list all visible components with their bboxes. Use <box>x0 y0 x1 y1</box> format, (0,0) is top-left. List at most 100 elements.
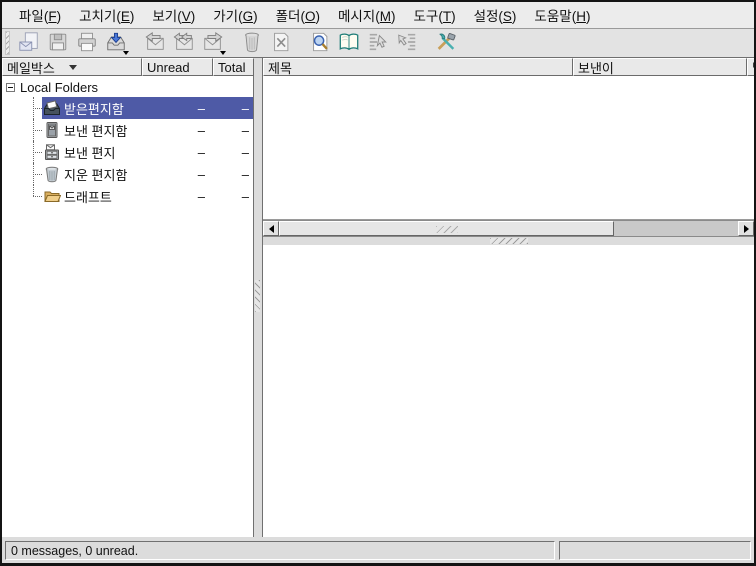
sort-descending-icon <box>69 65 77 70</box>
folder-unread-count: – <box>145 123 212 138</box>
folder-label: 받은편지함 <box>64 99 145 118</box>
folder-row-inbox[interactable]: 받은편지함 – – <box>2 97 253 119</box>
scrollbar-track[interactable] <box>279 221 738 236</box>
menu-tools[interactable]: 도구(T) <box>404 3 464 27</box>
arrow-left-icon <box>269 225 274 233</box>
header-unread[interactable]: Unread <box>142 58 213 76</box>
folder-total-count: – <box>212 189 253 204</box>
header-mailbox[interactable]: 메일박스 <box>2 58 142 76</box>
check-mail-button[interactable] <box>101 30 130 57</box>
tree-connector <box>2 141 42 163</box>
folder-label: 보낸 편지 <box>64 143 145 162</box>
trash-icon <box>241 31 263 56</box>
folder-row-drafts[interactable]: 드래프트 – – <box>2 185 253 207</box>
trash-folder-icon <box>43 165 61 183</box>
menu-message[interactable]: 메시지(M) <box>329 3 405 27</box>
folder-list-header: 메일박스 Unread Total <box>2 58 253 76</box>
folder-total-count: – <box>212 101 253 116</box>
horizontal-scrollbar[interactable] <box>263 220 754 237</box>
save-button[interactable] <box>43 30 72 57</box>
address-book-icon <box>338 31 360 56</box>
find-button[interactable] <box>305 30 334 57</box>
sent-folder-icon <box>43 121 61 139</box>
splitter-grip <box>490 238 528 244</box>
dropdown-caret-icon <box>220 51 226 55</box>
menubar: 파일(F) 고치기(E) 보기(V) 가기(G) 폴더(O) 메시지(M) 도구… <box>2 2 754 29</box>
folder-row-trash[interactable]: 지운 편지함 – – <box>2 163 253 185</box>
forward-button[interactable] <box>198 30 227 57</box>
message-list-header: 제목 보낸이 날 <box>263 58 754 76</box>
status-aux-panel <box>559 541 751 560</box>
folder-unread-count: – <box>145 167 212 182</box>
tools-button[interactable] <box>431 30 460 57</box>
prev-unread-icon <box>367 31 389 56</box>
next-unread-button[interactable] <box>392 30 421 57</box>
address-book-button[interactable] <box>334 30 363 57</box>
folder-label: 지운 편지함 <box>64 165 145 184</box>
menu-edit[interactable]: 고치기(E) <box>70 3 143 27</box>
tree-connector <box>2 185 42 207</box>
folder-unread-count: – <box>145 145 212 160</box>
arrow-right-icon <box>744 225 749 233</box>
drafts-folder-icon <box>43 187 61 205</box>
root-folder-label: Local Folders <box>20 80 98 95</box>
menu-settings[interactable]: 설정(S) <box>465 3 526 27</box>
reply-icon <box>144 31 166 56</box>
toolbar-drag-handle[interactable] <box>5 31 10 55</box>
reply-button[interactable] <box>140 30 169 57</box>
scrollbar-thumb[interactable] <box>279 221 614 236</box>
menu-go[interactable]: 가기(G) <box>204 3 266 27</box>
header-total[interactable]: Total <box>213 58 254 76</box>
folder-pane: 메일박스 Unread Total Local Folders <box>2 58 254 537</box>
menu-file[interactable]: 파일(F) <box>10 3 70 27</box>
cancel-button[interactable] <box>266 30 295 57</box>
splitter-grip <box>255 280 260 312</box>
collapse-expander-icon[interactable] <box>6 83 15 92</box>
header-subject[interactable]: 제목 <box>263 58 573 76</box>
next-unread-icon <box>396 31 418 56</box>
horizontal-splitter[interactable] <box>263 237 754 245</box>
header-sender[interactable]: 보낸이 <box>573 58 747 76</box>
tree-connector <box>2 97 42 119</box>
scroll-left-button[interactable] <box>263 221 279 236</box>
folder-label: 보낸 편지함 <box>64 121 145 140</box>
folder-unread-count: – <box>145 189 212 204</box>
tree-root-local-folders[interactable]: Local Folders <box>2 78 253 97</box>
statusbar: 0 messages, 0 unread. <box>2 537 754 563</box>
tools-icon <box>435 31 457 56</box>
message-list[interactable] <box>263 76 754 220</box>
header-date[interactable]: 날 <box>747 58 756 76</box>
tree-connector <box>2 163 42 185</box>
delete-button[interactable] <box>237 30 266 57</box>
save-icon <box>47 31 69 56</box>
find-icon <box>309 31 331 56</box>
reply-all-button[interactable] <box>169 30 198 57</box>
folder-row-outbox[interactable]: 보낸 편지 – – <box>2 141 253 163</box>
print-icon <box>76 31 98 56</box>
inbox-folder-icon <box>43 99 61 117</box>
folder-total-count: – <box>212 145 253 160</box>
status-message: 0 messages, 0 unread. <box>5 541 555 560</box>
scroll-right-button[interactable] <box>738 221 754 236</box>
outbox-folder-icon <box>43 143 61 161</box>
reply-all-icon <box>173 31 195 56</box>
mail-client-window: 파일(F) 고치기(E) 보기(V) 가기(G) 폴더(O) 메시지(M) 도구… <box>0 0 756 566</box>
print-button[interactable] <box>72 30 101 57</box>
cancel-icon <box>270 31 292 56</box>
dropdown-caret-icon <box>123 51 129 55</box>
menu-folder[interactable]: 폴더(O) <box>267 3 329 27</box>
folder-label: 드래프트 <box>64 187 145 206</box>
vertical-splitter[interactable] <box>254 58 262 537</box>
folder-unread-count: – <box>145 101 212 116</box>
new-message-icon <box>18 31 40 56</box>
new-message-button[interactable] <box>14 30 43 57</box>
prev-unread-button[interactable] <box>363 30 392 57</box>
menu-view[interactable]: 보기(V) <box>143 3 204 27</box>
folder-row-sent-mailbox[interactable]: 보낸 편지함 – – <box>2 119 253 141</box>
message-pane: 제목 보낸이 날 <box>262 58 754 537</box>
menu-help[interactable]: 도움말(H) <box>525 3 599 27</box>
message-preview-pane <box>263 245 754 537</box>
folder-total-count: – <box>212 123 253 138</box>
tree-connector <box>2 119 42 141</box>
main-area: 메일박스 Unread Total Local Folders <box>2 58 754 537</box>
